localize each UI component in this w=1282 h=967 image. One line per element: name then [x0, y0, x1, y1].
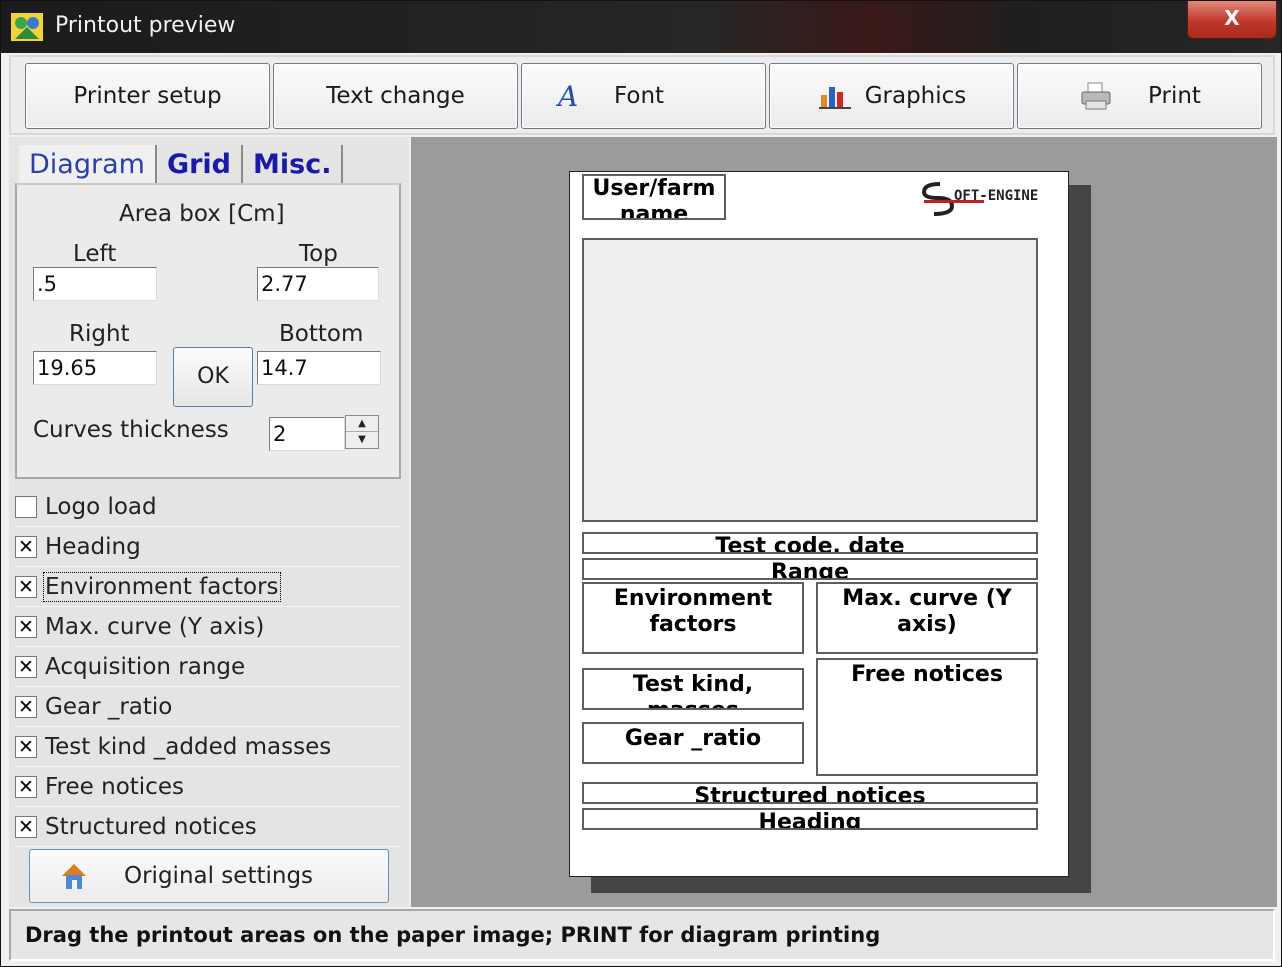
tab-diagram[interactable]: Diagram: [19, 145, 157, 185]
original-settings-label: Original settings: [124, 863, 314, 889]
checkbox-box[interactable]: ✕: [15, 695, 37, 718]
checkbox-environment-factors[interactable]: ✕ Environment factors: [15, 567, 401, 607]
curves-thickness-label: Curves thickness: [33, 417, 229, 443]
printer-setup-label: Printer setup: [73, 83, 222, 109]
heading-area[interactable]: Heading: [582, 808, 1038, 830]
top-label: Top: [299, 241, 338, 267]
status-bar: Drag the printout areas on the paper ima…: [9, 909, 1275, 961]
test-kind-area[interactable]: Test kind, masses: [582, 668, 804, 710]
checkbox-label: Structured notices: [45, 813, 257, 840]
user-farm-area[interactable]: User/farm name: [582, 174, 726, 220]
original-settings-button[interactable]: Original settings: [29, 849, 389, 903]
logo-text: OFT-ENGINE: [954, 188, 1038, 204]
environment-area[interactable]: Environment factors: [582, 582, 804, 654]
test-code-area[interactable]: Test code, date: [582, 532, 1038, 554]
graphics-button[interactable]: Graphics: [769, 63, 1014, 129]
checkbox-max-curve[interactable]: ✕ Max. curve (Y axis): [15, 607, 401, 647]
text-change-label: Text change: [326, 83, 465, 109]
font-label: Font: [614, 83, 665, 109]
print-label: Print: [1148, 83, 1201, 109]
right-input[interactable]: 19.65: [33, 351, 157, 385]
checkbox-box[interactable]: ✕: [15, 815, 37, 838]
checkbox-free-notices[interactable]: ✕ Free notices: [15, 767, 401, 807]
toolbar: Printer setup Text change A Font Graphic…: [9, 55, 1275, 135]
paper-sheet: User/farm name OFT-ENGINE Test code, dat…: [569, 171, 1069, 877]
checkbox-test-kind[interactable]: ✕ Test kind _added masses: [15, 727, 401, 767]
checkbox-label: Max. curve (Y axis): [45, 613, 265, 640]
title-bar: Printout preview X: [1, 1, 1281, 53]
checkbox-box[interactable]: ✕: [15, 655, 37, 678]
curves-thickness-input[interactable]: 2: [269, 417, 345, 451]
max-curve-area[interactable]: Max. curve (Y axis): [816, 582, 1038, 654]
top-input[interactable]: 2.77: [257, 267, 379, 301]
company-logo: OFT-ENGINE: [918, 176, 1058, 226]
font-icon: A: [552, 80, 588, 112]
checkbox-box[interactable]: ✕: [15, 615, 37, 638]
tab-misc[interactable]: Misc.: [243, 145, 344, 185]
checkbox-label: Acquisition range: [45, 653, 246, 680]
printout-preview-window: Printout preview X Printer setup Text ch…: [0, 0, 1282, 967]
checkbox-box[interactable]: ✕: [15, 535, 37, 558]
checkbox-logo-load[interactable]: Logo load: [15, 487, 401, 527]
print-button[interactable]: Print: [1017, 63, 1262, 129]
bar-chart-icon: [817, 80, 853, 112]
checkbox-label: Test kind _added masses: [45, 733, 332, 760]
bottom-label: Bottom: [279, 321, 364, 347]
checkbox-box[interactable]: ✕: [15, 575, 37, 598]
settings-panel: Diagram Grid Misc. Area box [Cm] Left To…: [9, 137, 409, 907]
checkbox-gear-ratio[interactable]: ✕ Gear _ratio: [15, 687, 401, 727]
checkbox-box[interactable]: ✕: [15, 775, 37, 798]
tab-strip: Diagram Grid Misc.: [19, 141, 344, 185]
checkbox-label: Gear _ratio: [45, 693, 173, 720]
area-checklist: Logo load ✕ Heading ✕ Environment factor…: [15, 487, 401, 847]
status-text: Drag the printout areas on the paper ima…: [25, 923, 881, 947]
checkbox-box[interactable]: ✕: [15, 735, 37, 758]
spin-down-icon[interactable]: ▼: [346, 432, 378, 448]
home-icon: [58, 860, 94, 892]
area-box-title: Area box [Cm]: [119, 201, 285, 227]
font-button[interactable]: A Font: [521, 63, 766, 129]
checkbox-label: Logo load: [45, 493, 157, 520]
paper-preview-area: User/farm name OFT-ENGINE Test code, dat…: [411, 137, 1277, 907]
range-area[interactable]: Range: [582, 558, 1038, 580]
bottom-input[interactable]: 14.7: [257, 351, 381, 385]
free-notices-area[interactable]: Free notices: [816, 658, 1038, 776]
curves-thickness-spinner[interactable]: ▲ ▼: [345, 415, 379, 449]
text-change-button[interactable]: Text change: [273, 63, 518, 129]
checkbox-label: Environment factors: [43, 571, 281, 602]
gear-ratio-area[interactable]: Gear _ratio: [582, 722, 804, 764]
window-title: Printout preview: [55, 13, 236, 38]
tab-grid[interactable]: Grid: [157, 145, 243, 185]
checkbox-structured-notices[interactable]: ✕ Structured notices: [15, 807, 401, 847]
svg-text:A: A: [555, 81, 578, 111]
ok-button[interactable]: OK: [173, 347, 253, 407]
area-box-group: Area box [Cm] Left Top .5 2.77 OK Right …: [15, 183, 401, 479]
checkbox-box[interactable]: [15, 495, 37, 518]
left-input[interactable]: .5: [33, 267, 157, 301]
checkbox-heading[interactable]: ✕ Heading: [15, 527, 401, 567]
right-label: Right: [69, 321, 130, 347]
printer-icon: [1078, 80, 1114, 112]
diagram-area[interactable]: [582, 238, 1038, 522]
checkbox-acquisition-range[interactable]: ✕ Acquisition range: [15, 647, 401, 687]
graphics-label: Graphics: [864, 83, 967, 109]
app-icon: [11, 13, 43, 41]
left-label: Left: [73, 241, 117, 267]
printer-setup-button[interactable]: Printer setup: [25, 63, 270, 129]
checkbox-label: Heading: [45, 533, 141, 560]
close-icon: X: [1224, 6, 1240, 30]
checkbox-label: Free notices: [45, 773, 184, 800]
structured-notices-area[interactable]: Structured notices: [582, 782, 1038, 804]
close-button[interactable]: X: [1187, 1, 1277, 39]
spin-up-icon[interactable]: ▲: [346, 416, 378, 432]
